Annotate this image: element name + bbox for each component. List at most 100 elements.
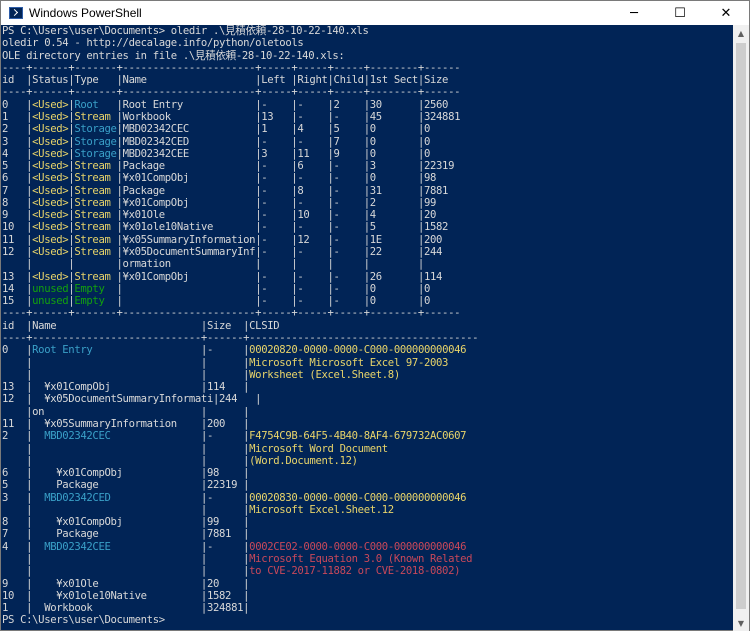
console-text-segment: Stream <box>74 184 117 197</box>
close-button[interactable]: ✕ <box>703 1 749 25</box>
console-text-segment: Storage <box>74 135 117 148</box>
console-text-segment: 15 | <box>2 295 33 308</box>
minimize-button[interactable]: ─ <box>611 1 657 25</box>
console-line: 13 |<Used>|Stream |¥x01CompObj |- |- |- … <box>2 271 442 284</box>
console-text-segment: to CVE-2017-11882 or CVE-2018-0802) <box>249 565 461 578</box>
console-text-segment: |¥x01CompObj |- |- |- |26 |114 <box>116 270 443 283</box>
console-text-segment: 6 | <box>2 172 33 185</box>
console-text-segment: Storage <box>74 123 117 136</box>
console-text-segment: Stream <box>74 221 117 234</box>
console-text-segment: <Used> <box>32 123 69 136</box>
console-text-segment: 12 | ¥x05DocumentSummaryInformati|244 | <box>2 393 262 406</box>
console-text-segment: 2 | <box>2 123 33 136</box>
console-text-segment: Microsoft Word Document <box>249 442 388 455</box>
console-text-segment: MBD02342CEC <box>44 430 201 443</box>
scroll-up-arrow-icon[interactable]: ▲ <box>733 25 749 41</box>
console-text-segment: | |- |- |- |0 |0 <box>116 295 431 308</box>
vertical-scrollbar[interactable]: ▲ ▼ <box>733 25 749 631</box>
console-text-segment: |MBD02342CEC |1 |4 |5 |0 |0 <box>116 123 431 136</box>
console-line: PS C:\Users\user\Documents> oledir .\見積依… <box>2 25 369 38</box>
console-line: 2 |<Used>|Storage|MBD02342CEC |1 |4 |5 |… <box>2 123 430 136</box>
console-text-segment: Microsoft Equation 3.0 (Known Related <box>249 553 473 566</box>
console-line: | | |(Word.Document.12) <box>2 455 358 468</box>
console-text-segment: | | | <box>2 356 250 369</box>
console-text-segment: unused <box>32 295 69 308</box>
console-line: 13 | ¥x01CompObj |114 | <box>2 381 250 394</box>
console-text-segment: 3 | <box>2 491 45 504</box>
console-line: 5 | Package |22319 | <box>2 479 250 492</box>
console-text-segment: <Used> <box>32 209 69 222</box>
maximize-button[interactable]: ☐ <box>657 1 703 25</box>
console-line: 1 | Workbook |324881| <box>2 602 250 615</box>
console-text-segment: 0 | <box>2 344 33 357</box>
console-text-segment: Stream <box>74 160 117 173</box>
console-line: | | |ormation | | | | | <box>2 258 424 271</box>
console-line: 8 |<Used>|Stream |¥x01CompObj |- |- |- |… <box>2 197 436 210</box>
console-line: | | |Microsoft Equation 3.0 (Known Relat… <box>2 553 472 566</box>
console-text-segment: <Used> <box>32 233 69 246</box>
console-text-segment: |Package |- |6 |- |3 |22319 <box>116 160 455 173</box>
console-text-segment: |- | <box>200 430 250 443</box>
console-text-segment: <Used> <box>32 270 69 283</box>
console-text-segment: ----+------+-------+--------------------… <box>2 61 461 74</box>
console-text-segment: | | | <box>2 368 250 381</box>
console-text-segment: 14 | <box>2 282 33 295</box>
console-text-segment: ----+----------------------------+------… <box>2 332 479 344</box>
console-line: 4 | MBD02342CEE |- |0002CE02-0000-0000-C… <box>2 540 467 554</box>
console-text-segment: 0002CE02-0000-0000-C000-000000000046 <box>249 540 467 553</box>
console-text-segment: 4 | <box>2 147 33 160</box>
console-text-segment: |- | <box>200 491 250 504</box>
console-text-segment: 00020830-0000-0000-C000-000000000046 <box>249 491 467 504</box>
console-line: oledir 0.54 - http://decalage.info/pytho… <box>2 37 304 50</box>
console-line: |on | | <box>2 406 249 419</box>
console-text-segment: Stream <box>74 209 117 222</box>
console-line: id |Name |Size |CLSID <box>2 320 280 333</box>
console-text-segment: 00020820-0000-0000-C000-000000000046 <box>249 344 467 357</box>
console-text-segment: 5 | <box>2 160 33 173</box>
console-line: 12 | ¥x05DocumentSummaryInformati|244 | <box>2 393 262 406</box>
console-output[interactable]: PS C:\Users\user\Documents> oledir .\見積依… <box>1 25 733 631</box>
console-text-segment: <Used> <box>32 246 69 259</box>
console-text-segment: <Used> <box>32 160 69 173</box>
console-text-segment: |¥x01Ole |- |10 |- |4 |20 <box>116 209 437 222</box>
console-text-segment: Stream <box>74 246 117 259</box>
scrollbar-thumb[interactable] <box>736 43 746 609</box>
console-line: OLE directory entries in file .\見積依頼-28-… <box>2 50 345 63</box>
console-text-segment: | |- |- |- |0 |0 <box>116 282 431 295</box>
console-text-segment: Root Entry <box>32 344 201 357</box>
console-text-segment: Stream <box>74 172 117 185</box>
console-text-segment: 11 | ¥x05SummaryInformation |200 | <box>2 417 250 430</box>
console-text-segment: |Workbook |13 |- |- |45 |324881 <box>116 110 461 123</box>
console-line: 10 |<Used>|Stream |¥x01ole10Native |- |-… <box>2 221 448 234</box>
console-text-segment: 8 | ¥x01CompObj |99 | <box>2 516 250 529</box>
console-text-segment: MBD02342CEE <box>44 540 201 553</box>
console-text-segment: 4 | <box>2 540 45 553</box>
console-text-segment: 10 | ¥x01ole10Native |1582 | <box>2 589 250 602</box>
console-line: | | |Microsoft Microsoft Excel 97-2003 <box>2 357 448 370</box>
console-text-segment: F4754C9B-64F5-4B40-8AF4-679732AC0607 <box>249 430 467 443</box>
console-text-segment: Microsoft Excel.Sheet.12 <box>249 503 394 516</box>
console-text-segment: |MBD02342CED |- |- |7 |0 |0 <box>116 135 431 148</box>
console-text-segment: 12 | <box>2 246 33 259</box>
console-text-segment: Microsoft Microsoft Excel 97-2003 <box>249 356 449 369</box>
console-text-segment: Worksheet (Excel.Sheet.8) <box>249 368 400 381</box>
console-line: | | |Microsoft Word Document <box>2 443 388 456</box>
console-line: | | |Worksheet (Excel.Sheet.8) <box>2 369 400 382</box>
console-text-segment: <Used> <box>32 172 69 185</box>
console-line: 5 |<Used>|Stream |Package |- |6 |- |3 |2… <box>2 160 454 173</box>
title-bar[interactable]: Windows PowerShell ─ ☐ ✕ <box>1 1 749 25</box>
console-text-segment: 1 | Workbook |324881| <box>2 602 250 615</box>
console-text-segment: ----+------+-------+--------------------… <box>2 86 461 99</box>
console-line: 3 | MBD02342CED |- |00020830-0000-0000-C… <box>2 491 467 505</box>
console-line: 11 |<Used>|Stream |¥x05SummaryInformatio… <box>2 234 442 247</box>
console-line: 4 |<Used>|Storage|MBD02342CEE |3 |11 |9 … <box>2 148 430 161</box>
console-line: ----+------+-------+--------------------… <box>2 62 460 75</box>
console-text-segment: | | |ormation | | | | | <box>2 258 424 271</box>
console-text-segment: 9 | <box>2 209 33 222</box>
console-text-segment: 2 | <box>2 430 45 443</box>
console-text-segment: Stream <box>74 270 117 283</box>
window-controls: ─ ☐ ✕ <box>611 1 749 25</box>
console-text-segment: 13 | ¥x01CompObj |114 | <box>2 381 250 394</box>
scroll-down-arrow-icon[interactable]: ▼ <box>733 615 749 631</box>
console-text-segment: 13 | <box>2 270 33 283</box>
